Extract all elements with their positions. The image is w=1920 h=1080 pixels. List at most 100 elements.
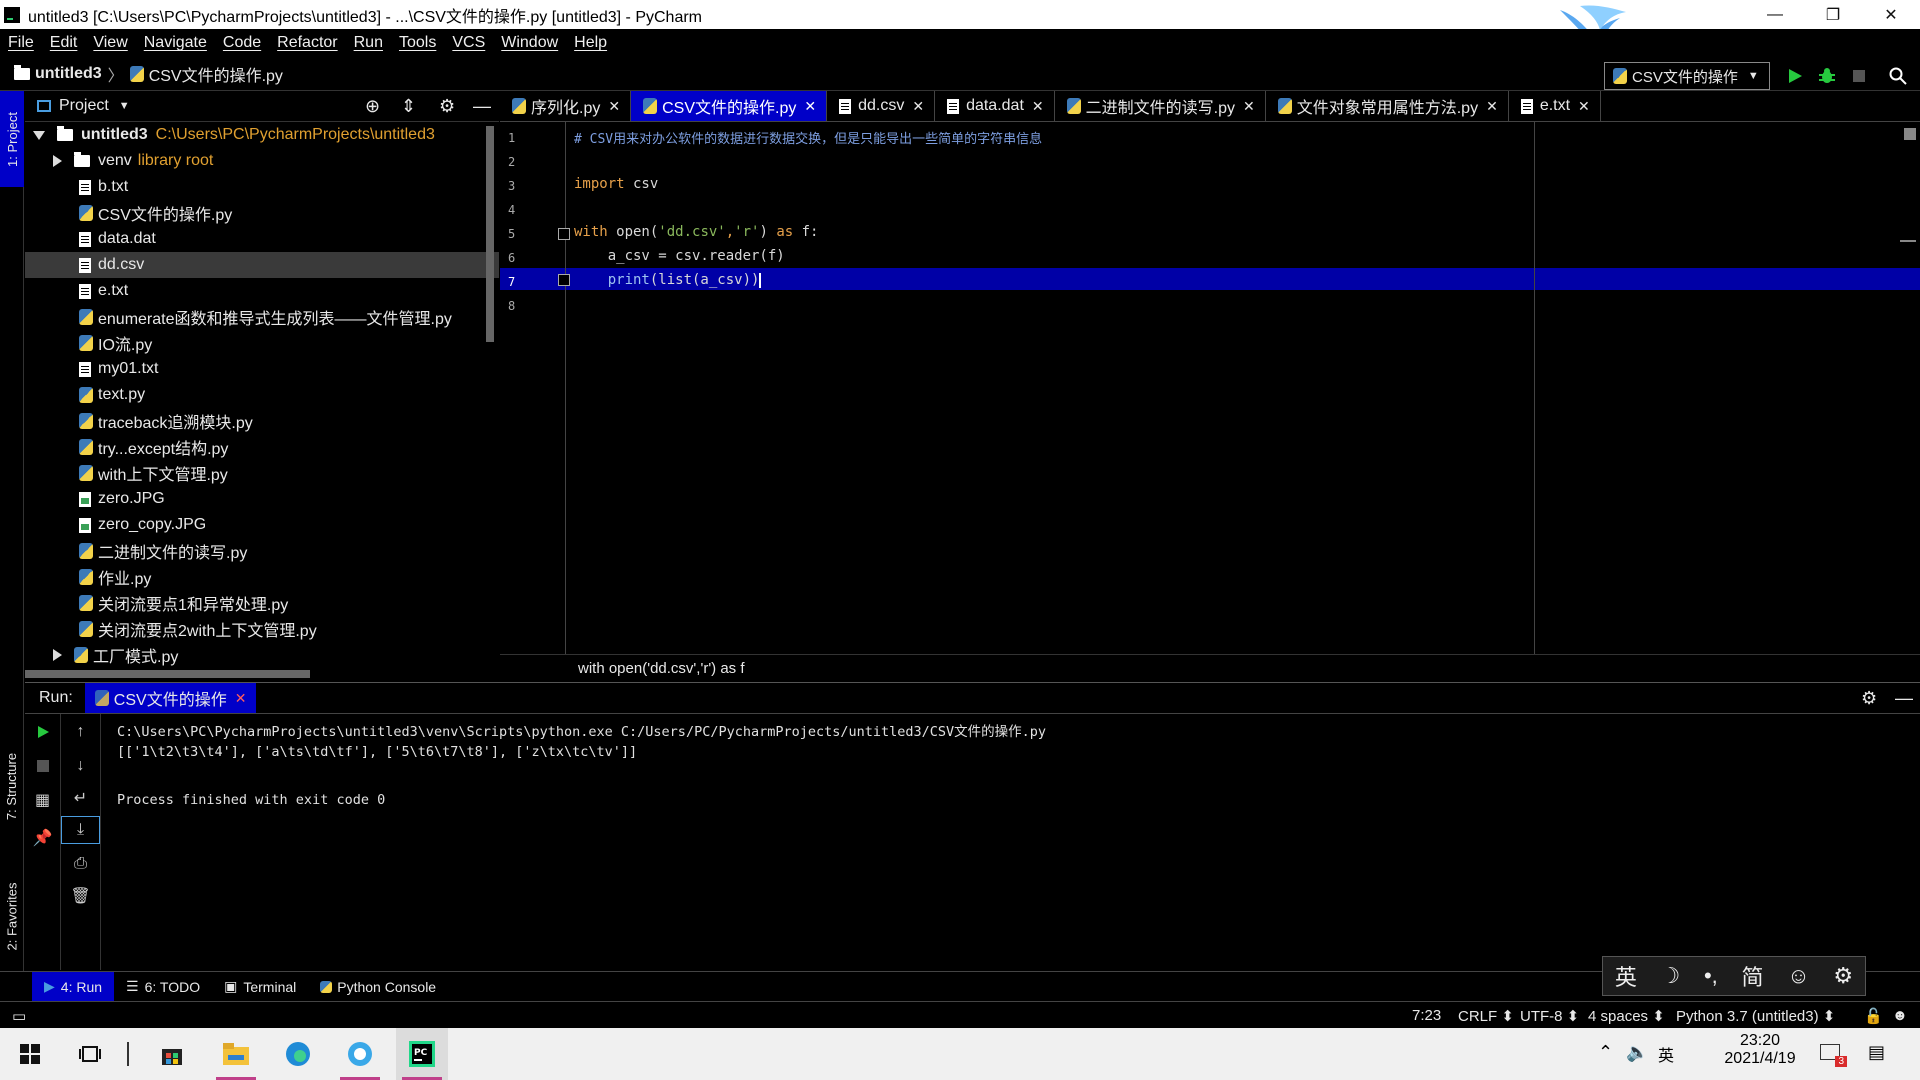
menu-edit[interactable]: Edit bbox=[50, 34, 78, 52]
fold-marker-icon[interactable] bbox=[558, 274, 570, 286]
debug-icon[interactable] bbox=[1815, 64, 1839, 88]
tab-binary-io[interactable]: 二进制文件的读写.py ✕ bbox=[1055, 91, 1266, 121]
line-separator[interactable]: CRLF ⬍ bbox=[1458, 1007, 1514, 1025]
breadcrumb-scope[interactable]: with open('dd.csv','r') as f bbox=[578, 660, 745, 677]
punctuation-icon[interactable]: •, bbox=[1704, 963, 1718, 989]
side-tab-structure[interactable]: 7: Structure bbox=[0, 731, 24, 841]
breadcrumb-file[interactable]: CSV文件的操作.py bbox=[149, 62, 283, 86]
tree-horizontal-scrollbar[interactable] bbox=[25, 670, 310, 678]
search-everywhere-icon[interactable] bbox=[1886, 64, 1910, 88]
pin-icon[interactable]: 📌 bbox=[25, 824, 60, 852]
tree-item[interactable]: enumerate函数和推导式生成列表——文件管理.py bbox=[25, 304, 499, 330]
run-configuration-select[interactable]: CSV文件的操作 ▼ bbox=[1604, 62, 1770, 90]
close-tab-icon[interactable]: ✕ bbox=[1243, 98, 1255, 115]
tree-item[interactable]: 二进制文件的读写.py bbox=[25, 538, 499, 564]
tree-item[interactable]: b.txt bbox=[25, 174, 499, 200]
project-panel-title[interactable]: Project bbox=[59, 97, 109, 115]
run-icon[interactable] bbox=[1783, 64, 1807, 88]
close-tab-icon[interactable]: ✕ bbox=[1032, 98, 1044, 115]
inspector-icon[interactable]: ☻ bbox=[1892, 1007, 1908, 1024]
tree-item-selected[interactable]: dd.csv bbox=[25, 252, 499, 278]
close-tab-icon[interactable]: ✕ bbox=[1486, 98, 1498, 115]
stop-icon[interactable] bbox=[25, 752, 60, 780]
tree-item[interactable]: 作业.py bbox=[25, 564, 499, 590]
indent-setting[interactable]: 4 spaces ⬍ bbox=[1588, 1007, 1665, 1025]
tree-root-row[interactable]: untitled3 C:\Users\PC\PycharmProjects\un… bbox=[25, 122, 499, 148]
tool-windows-toggle-icon[interactable]: ▭ bbox=[12, 1007, 26, 1025]
gear-icon[interactable]: ⚙ bbox=[439, 96, 455, 117]
menu-run[interactable]: Run bbox=[354, 34, 383, 52]
tree-item[interactable]: traceback追溯模块.py bbox=[25, 408, 499, 434]
volume-icon[interactable]: 🔈 bbox=[1626, 1042, 1648, 1063]
collapse-all-icon[interactable]: ⇕ bbox=[401, 96, 416, 117]
tree-item[interactable]: my01.txt bbox=[25, 356, 499, 382]
menu-refactor[interactable]: Refactor bbox=[277, 34, 337, 52]
tree-item[interactable]: with上下文管理.py bbox=[25, 460, 499, 486]
chevron-down-icon[interactable]: ▼ bbox=[119, 100, 130, 112]
tab-file-methods[interactable]: 文件对象常用属性方法.py ✕ bbox=[1266, 91, 1509, 121]
tool-window-terminal[interactable]: ▣ Terminal bbox=[212, 972, 308, 1001]
menu-vcs[interactable]: VCS bbox=[452, 34, 485, 52]
store-icon[interactable] bbox=[146, 1028, 198, 1080]
emoji-icon[interactable]: ☺ bbox=[1787, 963, 1809, 989]
tray-expand-icon[interactable]: ⌃ bbox=[1598, 1042, 1613, 1063]
breadcrumb-project[interactable]: untitled3 bbox=[35, 65, 102, 83]
caret-position[interactable]: 7:23 bbox=[1412, 1007, 1441, 1024]
code-editor[interactable]: 1 2 3 4 5 6 7 8 # CSV用来对办公软件的数据进行数据交换，但是… bbox=[500, 122, 1920, 654]
tree-item-venv[interactable]: venv library root bbox=[25, 148, 499, 174]
python-interpreter[interactable]: Python 3.7 (untitled3) ⬍ bbox=[1676, 1007, 1835, 1025]
stop-icon[interactable] bbox=[1847, 64, 1871, 88]
run-console[interactable]: C:\Users\PC\PycharmProjects\untitled3\ve… bbox=[101, 714, 1920, 970]
tab-dd-csv[interactable]: dd.csv ✕ bbox=[827, 91, 936, 121]
menu-window[interactable]: Window bbox=[501, 34, 558, 52]
ime-language[interactable]: 英 bbox=[1615, 960, 1637, 992]
tree-item[interactable]: 工厂模式.py bbox=[25, 642, 499, 668]
hide-panel-icon[interactable]: — bbox=[1895, 688, 1913, 709]
task-view-icon[interactable] bbox=[64, 1028, 116, 1080]
menu-view[interactable]: View bbox=[93, 34, 127, 52]
tool-window-python-console[interactable]: Python Console bbox=[308, 972, 448, 1001]
tree-item[interactable]: 关闭流要点2with上下文管理.py bbox=[25, 616, 499, 642]
menu-navigate[interactable]: Navigate bbox=[144, 34, 207, 52]
tree-item[interactable]: data.dat bbox=[25, 226, 499, 252]
file-explorer-icon[interactable] bbox=[210, 1028, 262, 1080]
tree-item[interactable]: 关闭流要点1和异常处理.py bbox=[25, 590, 499, 616]
lock-icon[interactable]: 🔓 bbox=[1864, 1007, 1883, 1025]
tree-item[interactable]: try...except结构.py bbox=[25, 434, 499, 460]
close-window-button[interactable]: ✕ bbox=[1862, 0, 1920, 29]
tab-csv-ops[interactable]: CSV文件的操作.py ✕ bbox=[631, 91, 828, 121]
scroll-up-icon[interactable]: ↑ bbox=[61, 718, 100, 746]
clock[interactable]: 23:20 2021/4/19 bbox=[1700, 1032, 1820, 1068]
tab-e-txt[interactable]: e.txt ✕ bbox=[1509, 91, 1601, 121]
fold-marker-icon[interactable] bbox=[558, 228, 570, 240]
tree-item[interactable]: CSV文件的操作.py bbox=[25, 200, 499, 226]
restore-layout-icon[interactable]: ▦ bbox=[25, 786, 60, 814]
menu-code[interactable]: Code bbox=[223, 34, 261, 52]
menu-tools[interactable]: Tools bbox=[399, 34, 436, 52]
qq-browser-icon[interactable] bbox=[334, 1028, 386, 1080]
moon-icon[interactable]: ☽ bbox=[1661, 963, 1681, 989]
edge-browser-icon[interactable] bbox=[272, 1028, 324, 1080]
action-center-icon[interactable]: ▤ bbox=[1868, 1042, 1885, 1063]
close-tab-icon[interactable]: ✕ bbox=[1578, 98, 1590, 115]
run-tab[interactable]: CSV文件的操作 ✕ bbox=[84, 683, 257, 713]
side-tab-favorites[interactable]: 2: Favorites bbox=[0, 861, 24, 971]
expand-arrow-icon[interactable] bbox=[53, 155, 62, 167]
side-tab-project[interactable]: 1: Project bbox=[0, 91, 24, 187]
menu-file[interactable]: File bbox=[8, 34, 34, 52]
ime-simplified[interactable]: 简 bbox=[1741, 960, 1763, 992]
tree-item[interactable]: e.txt bbox=[25, 278, 499, 304]
expand-arrow-icon[interactable] bbox=[53, 649, 62, 661]
tree-item[interactable]: text.py bbox=[25, 382, 499, 408]
file-encoding[interactable]: UTF-8 ⬍ bbox=[1520, 1007, 1579, 1025]
close-tab-icon[interactable]: ✕ bbox=[804, 98, 816, 115]
tree-vertical-scrollbar[interactable] bbox=[486, 126, 494, 342]
hide-panel-icon[interactable]: — bbox=[473, 96, 491, 117]
gear-icon[interactable]: ⚙ bbox=[1861, 688, 1877, 709]
close-tab-icon[interactable]: ✕ bbox=[912, 98, 924, 115]
locate-icon[interactable]: ⊕ bbox=[365, 96, 380, 117]
gear-icon[interactable]: ⚙ bbox=[1833, 963, 1853, 989]
pycharm-taskbar-icon[interactable]: PC bbox=[396, 1028, 448, 1080]
trash-icon[interactable]: 🗑 bbox=[61, 882, 100, 910]
tool-window-run[interactable]: ▶ 4: Run bbox=[32, 972, 115, 1001]
